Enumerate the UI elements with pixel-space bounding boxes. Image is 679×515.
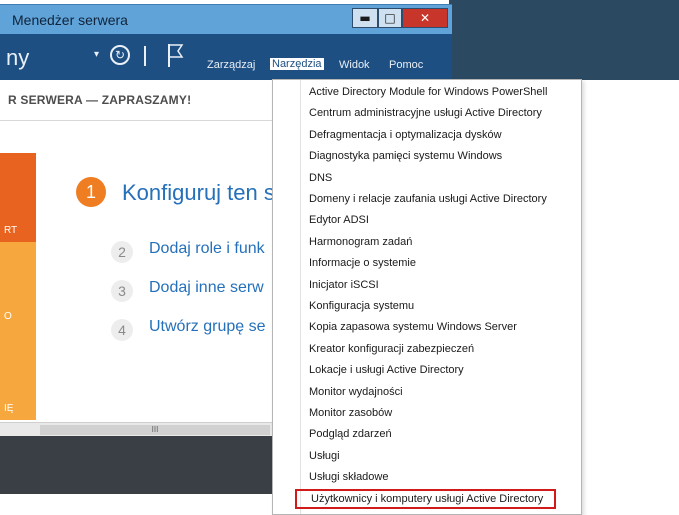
dropdown-item[interactable]: Lokacje i usługi Active Directory [309, 360, 464, 380]
dropdown-item[interactable]: Diagnostyka pamięci systemu Windows [309, 146, 502, 166]
menu-narzedzia[interactable]: Narzędzia [270, 58, 324, 70]
dropdown-item[interactable]: Edytor ADSI [309, 210, 369, 230]
background-window-frame [449, 0, 679, 80]
dropdown-item[interactable]: Usługi [309, 446, 340, 466]
background-status-area [0, 436, 290, 494]
app-toolbar: ny ▾ ↻ Zarządzaj Narzędzia Widok Pomoc [0, 34, 452, 80]
dropdown-item-selected[interactable]: Użytkownicy i komputery usługi Active Di… [295, 488, 556, 509]
dropdown-item[interactable]: Active Directory Module for Windows Powe… [309, 82, 547, 102]
app-title: ny [6, 45, 30, 70]
whats-new-tile[interactable]: O [0, 242, 36, 328]
learn-more-tile[interactable]: IĘ [0, 328, 36, 420]
dropdown-item[interactable]: Defragmentacja i optymalizacja dysków [309, 125, 502, 145]
dropdown-item[interactable]: Kopia zapasowa systemu Windows Server [309, 317, 517, 337]
dropdown-item[interactable]: Konfiguracja systemu [309, 296, 414, 316]
minimize-button[interactable]: ▬ [352, 8, 378, 28]
step-link-add-servers[interactable]: Dodaj inne serw [149, 279, 264, 297]
dropdown-item[interactable]: Domeny i relacje zaufania usługi Active … [309, 189, 547, 209]
dropdown-item[interactable]: Monitor zasobów [309, 403, 392, 423]
tile-label: O [4, 311, 12, 322]
notifications-flag-icon[interactable] [166, 42, 184, 68]
close-button[interactable]: ✕ [402, 8, 448, 28]
step-number-2: 2 [111, 241, 133, 263]
dropdown-item[interactable]: Usługi składowe [309, 467, 388, 487]
maximize-icon: □ [384, 11, 396, 25]
tile-label: RT [4, 225, 18, 236]
step-link-configure-server[interactable]: Konfiguruj ten s [122, 180, 275, 206]
refresh-icon[interactable]: ↻ [110, 45, 130, 65]
quick-start-tile[interactable]: RT [0, 153, 36, 242]
maximize-button[interactable]: □ [378, 8, 402, 28]
dropdown-item[interactable]: Monitor wydajności [309, 382, 403, 402]
title-bar[interactable]: Menedżer serwera ▬ □ ✕ [0, 4, 452, 35]
close-icon: ✕ [419, 11, 431, 25]
menu-pomoc[interactable]: Pomoc [389, 59, 423, 71]
minimize-icon: ▬ [359, 11, 371, 25]
menu-widok[interactable]: Widok [339, 59, 370, 71]
dashboard-content: R SERWERA — ZAPRASZAMY! RT O IĘ 1 Konfig… [0, 80, 290, 490]
dropdown-arrow-icon[interactable]: ▾ [94, 49, 99, 60]
step-number-4: 4 [111, 319, 133, 341]
step-number-3: 3 [111, 280, 133, 302]
menu-zarzadzaj[interactable]: Zarządzaj [207, 59, 255, 71]
dropdown-item[interactable]: Inicjator iSCSI [309, 275, 379, 295]
dropdown-item[interactable]: Podgląd zdarzeń [309, 424, 392, 444]
dropdown-item[interactable]: Centrum administracyjne usługi Active Di… [309, 103, 542, 123]
menu-gutter [300, 80, 301, 514]
step-number-1: 1 [76, 177, 106, 207]
step-link-create-server-group[interactable]: Utwórz grupę se [149, 318, 266, 336]
step-link-add-roles[interactable]: Dodaj role i funk [149, 240, 265, 258]
scrollbar-thumb[interactable]: III [40, 425, 270, 435]
window-title: Menedżer serwera [12, 12, 128, 28]
tile-label: IĘ [4, 403, 14, 414]
toolbar-separator [144, 46, 146, 66]
dropdown-item[interactable]: DNS [309, 168, 332, 188]
dropdown-item[interactable]: Harmonogram zadań [309, 232, 412, 252]
dropdown-item[interactable]: Kreator konfiguracji zabezpieczeń [309, 339, 474, 359]
welcome-banner: R SERWERA — ZAPRASZAMY! [0, 80, 290, 121]
tools-dropdown-menu: Active Directory Module for Windows Powe… [272, 79, 582, 515]
welcome-banner-text: R SERWERA — ZAPRASZAMY! [8, 93, 192, 107]
horizontal-scrollbar[interactable]: III [0, 422, 290, 437]
dropdown-item[interactable]: Informacje o systemie [309, 253, 416, 273]
